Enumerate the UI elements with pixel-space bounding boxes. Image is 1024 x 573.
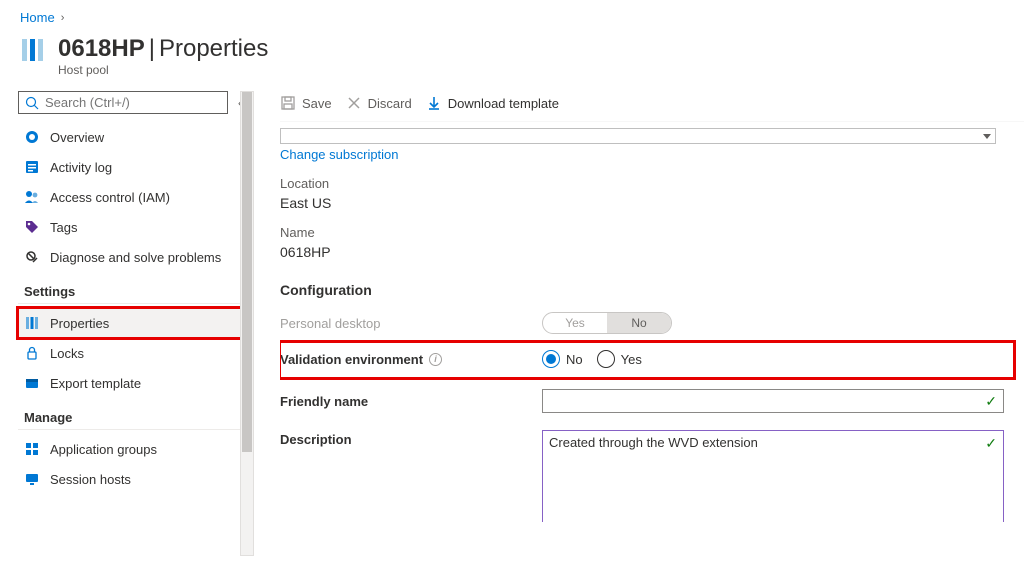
location-label: Location: [280, 162, 1014, 191]
iam-icon: [24, 189, 40, 205]
sidebar-item-properties[interactable]: Properties: [18, 308, 242, 338]
radio-yes[interactable]: Yes: [597, 350, 642, 368]
tags-icon: [24, 219, 40, 235]
download-label: Download template: [448, 96, 559, 111]
name-label: Name: [280, 211, 1014, 240]
check-icon: ✓: [985, 393, 997, 410]
sidebar-item-label: Export template: [50, 376, 141, 391]
hostpool-icon: [20, 35, 46, 63]
personal-desktop-toggle: Yes No: [542, 312, 672, 334]
download-icon: [426, 95, 442, 111]
discard-icon: [346, 95, 362, 111]
sidebar-item-label: Properties: [50, 316, 109, 331]
personal-desktop-row: Personal desktop Yes No: [280, 306, 1014, 340]
sidebar-item-locks[interactable]: Locks: [18, 338, 242, 368]
sidebar-item-label: Tags: [50, 220, 77, 235]
properties-icon: [24, 315, 40, 331]
friendly-name-label: Friendly name: [280, 394, 542, 409]
page-title: Properties: [159, 35, 268, 63]
friendly-name-input[interactable]: ✓: [542, 389, 1004, 413]
sidebar-section-manage: Manage: [18, 398, 242, 430]
sidebar-item-label: Activity log: [50, 160, 112, 175]
radio-circle-checked-icon: [542, 350, 560, 368]
sidebar-item-access-control[interactable]: Access control (IAM): [18, 182, 242, 212]
sidebar-item-label: Application groups: [50, 442, 157, 457]
description-value: Created through the WVD extension: [549, 435, 758, 450]
sidebar-item-label: Access control (IAM): [50, 190, 170, 205]
sidebar-item-diagnose[interactable]: Diagnose and solve problems: [18, 242, 242, 272]
radio-no-label: No: [566, 352, 583, 367]
search-input[interactable]: [45, 95, 221, 110]
subscription-dropdown[interactable]: [280, 128, 996, 144]
description-input[interactable]: Created through the WVD extension ✓: [542, 430, 1004, 522]
search-icon: [25, 96, 39, 110]
sidebar-item-label: Overview: [50, 130, 104, 145]
friendly-name-row: Friendly name ✓: [280, 384, 1014, 418]
sidebar-item-tags[interactable]: Tags: [18, 212, 242, 242]
validation-env-radio-group: No Yes: [542, 350, 642, 368]
toggle-yes: Yes: [543, 313, 607, 333]
toggle-no: No: [607, 313, 671, 333]
change-subscription-link[interactable]: Change subscription: [280, 147, 1014, 162]
radio-circle-icon: [597, 350, 615, 368]
sessionhosts-icon: [24, 471, 40, 487]
chevron-right-icon: ›: [61, 12, 65, 24]
toolbar: Save Discard Download template: [280, 89, 1024, 122]
sidebar-search[interactable]: [18, 91, 228, 114]
diagnose-icon: [24, 249, 40, 265]
sidebar-item-label: Session hosts: [50, 472, 131, 487]
name-value: 0618HP: [280, 240, 1014, 260]
sidebar-item-session-hosts[interactable]: Session hosts: [18, 464, 242, 494]
resource-name: 0618HP: [58, 35, 145, 63]
description-label: Description: [280, 430, 542, 447]
sidebar-item-label: Locks: [50, 346, 84, 361]
main-content: Save Discard Download template Change su…: [252, 89, 1024, 559]
sidebar-item-export-template[interactable]: Export template: [18, 368, 242, 398]
scrollbar-thumb[interactable]: [242, 92, 252, 452]
discard-label: Discard: [368, 96, 412, 111]
sidebar: « Overview Activity log Access control (…: [0, 89, 252, 559]
save-label: Save: [302, 96, 332, 111]
overview-icon: [24, 129, 40, 145]
radio-no[interactable]: No: [542, 350, 583, 368]
info-icon[interactable]: i: [429, 353, 442, 366]
check-icon: ✓: [985, 435, 997, 452]
page-header: 0618HP | Properties Host pool: [0, 29, 1024, 89]
appgroups-icon: [24, 441, 40, 457]
sidebar-section-settings: Settings: [18, 272, 242, 304]
breadcrumb-home[interactable]: Home: [20, 10, 55, 25]
discard-button[interactable]: Discard: [346, 95, 412, 111]
sidebar-item-overview[interactable]: Overview: [18, 122, 242, 152]
sidebar-item-application-groups[interactable]: Application groups: [18, 434, 242, 464]
validation-environment-row: Validation environment i No Yes: [280, 342, 1014, 378]
lock-icon: [24, 345, 40, 361]
location-value: East US: [280, 191, 1014, 211]
personal-desktop-label: Personal desktop: [280, 316, 542, 331]
resource-type: Host pool: [58, 63, 268, 77]
save-button[interactable]: Save: [280, 95, 332, 111]
download-template-button[interactable]: Download template: [426, 95, 559, 111]
description-row: Description Created through the WVD exte…: [280, 430, 1014, 522]
configuration-heading: Configuration: [280, 260, 1014, 306]
sidebar-item-activity-log[interactable]: Activity log: [18, 152, 242, 182]
export-icon: [24, 375, 40, 391]
breadcrumb: Home ›: [0, 0, 1024, 29]
page-title-separator: |: [149, 35, 155, 63]
sidebar-item-label: Diagnose and solve problems: [50, 250, 221, 265]
validation-env-label: Validation environment: [280, 352, 423, 367]
save-icon: [280, 95, 296, 111]
radio-yes-label: Yes: [621, 352, 642, 367]
activity-log-icon: [24, 159, 40, 175]
